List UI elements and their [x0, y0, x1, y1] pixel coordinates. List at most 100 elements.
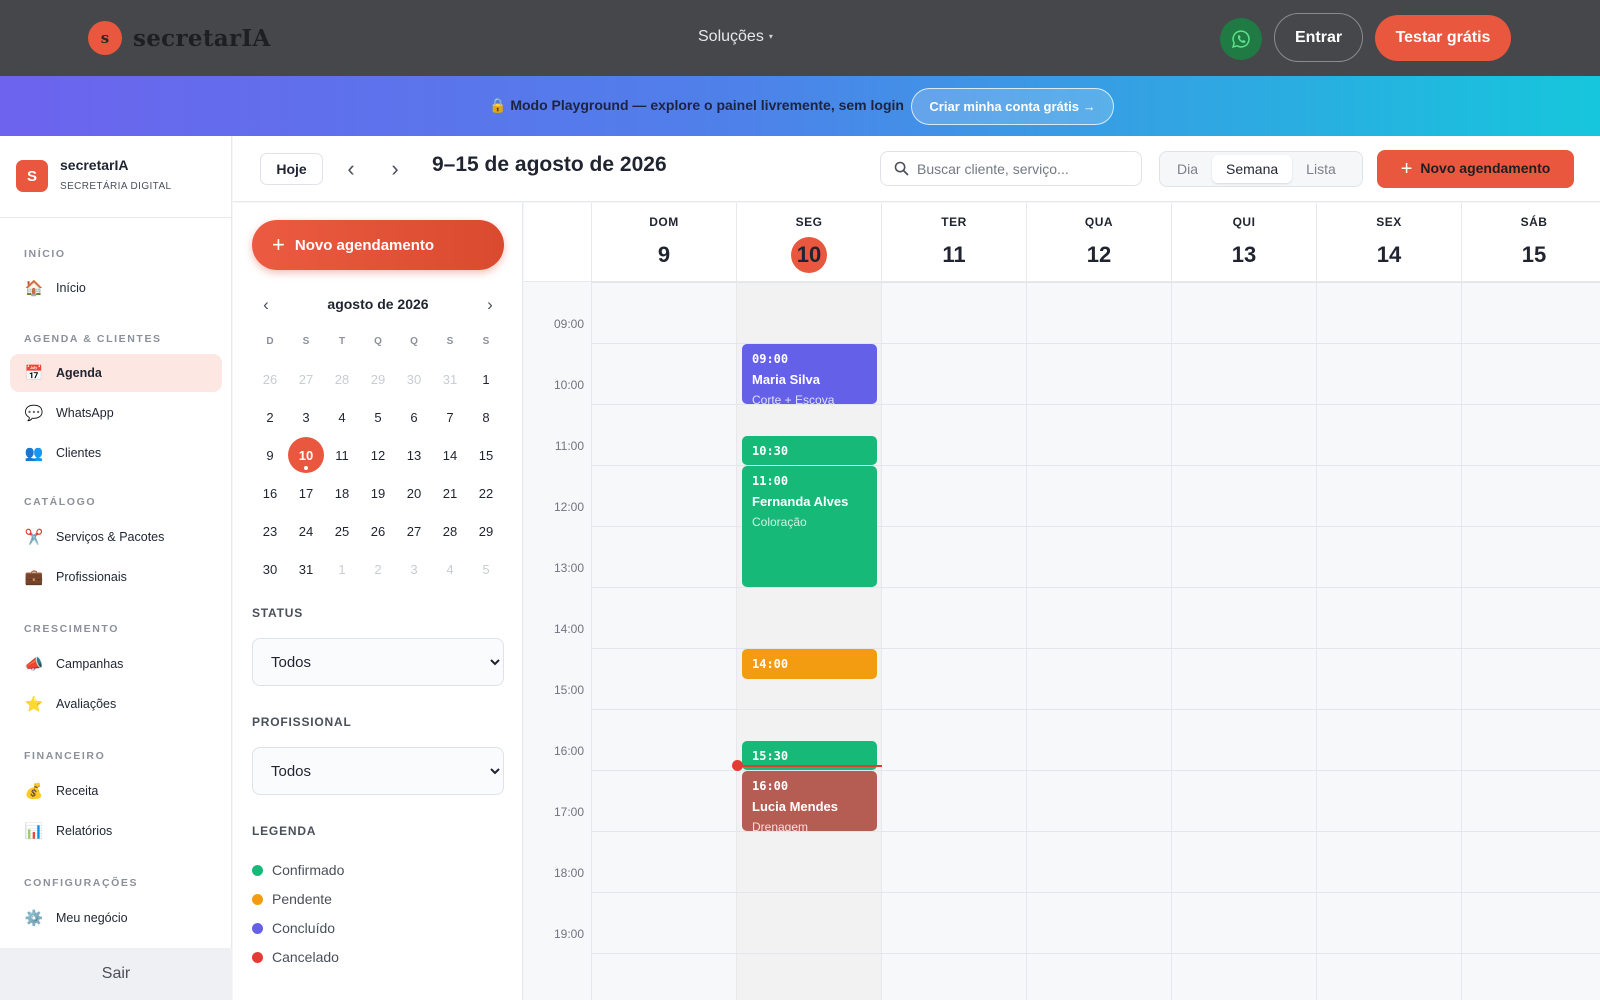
next-week-button[interactable]: › [380, 154, 410, 184]
mini-day[interactable]: 17 [288, 474, 324, 512]
mini-day[interactable]: 13 [396, 436, 432, 474]
mini-day[interactable]: 1 [468, 360, 504, 398]
mini-day[interactable]: 5 [360, 398, 396, 436]
mini-day[interactable]: 29 [468, 512, 504, 550]
day-header-seg[interactable]: SEG 10 [737, 203, 882, 282]
novo-agendamento-side-button[interactable]: + Novo agendamento [252, 220, 504, 270]
mini-day-number: 17 [298, 485, 314, 501]
sidebar-item-avaliacoes[interactable]: ⭐ Avaliações [10, 685, 222, 723]
mini-day[interactable]: 16 [252, 474, 288, 512]
sidebar-item-profissionais[interactable]: 💼 Profissionais [10, 558, 222, 596]
time-label: 09:00 [553, 317, 584, 331]
sidebar-item-inicio[interactable]: 🏠 Início [10, 269, 222, 307]
mini-day[interactable]: 7 [432, 398, 468, 436]
mini-day[interactable]: 25 [324, 512, 360, 550]
mini-day[interactable]: 20 [396, 474, 432, 512]
search-input[interactable] [917, 158, 1132, 180]
nav-solucoes-menu[interactable]: Soluções ▾ [698, 28, 773, 46]
sair-button[interactable]: Sair [0, 948, 232, 1000]
mini-day-number: 5 [374, 409, 382, 425]
testar-gratis-button[interactable]: Testar grátis [1375, 15, 1511, 61]
mini-day[interactable]: 30 [396, 360, 432, 398]
sidebar-item-campanhas[interactable]: 📣 Campanhas [10, 645, 222, 683]
appointment-event[interactable]: 16:00 Lucia Mendes Drenagem [742, 771, 877, 831]
prev-week-button[interactable]: ‹ [336, 154, 366, 184]
mini-day[interactable]: 21 [432, 474, 468, 512]
mini-day[interactable]: 4 [432, 550, 468, 588]
appointment-event[interactable]: 10:30 [742, 435, 877, 465]
appointment-event[interactable]: 09:00 Maria Silva Corte + Escova [742, 344, 877, 404]
scissors-icon: ✂️ [24, 529, 44, 546]
mini-day[interactable]: 31 [432, 360, 468, 398]
mini-calendar-header: ‹ agosto de 2026 › [252, 293, 504, 317]
sidebar-item-agenda[interactable]: 📅 Agenda [10, 354, 222, 392]
mini-day[interactable]: 6 [396, 398, 432, 436]
mini-day[interactable]: 2 [360, 550, 396, 588]
mini-day[interactable]: 28 [324, 360, 360, 398]
mini-day[interactable]: 15 [468, 436, 504, 474]
criar-conta-button[interactable]: Criar minha conta grátis → [911, 88, 1114, 125]
view-tab-dia[interactable]: Dia [1163, 155, 1212, 183]
speech-bubble-icon: 💬 [24, 405, 44, 422]
brand-logo-link[interactable]: s secretarIA [88, 21, 271, 55]
mini-day[interactable]: 4 [324, 398, 360, 436]
calendar-icon: 📅 [24, 365, 44, 382]
mini-day[interactable]: 9 [252, 436, 288, 474]
view-tab-lista[interactable]: Lista [1292, 155, 1350, 183]
day-header-ter[interactable]: TER 11 [882, 203, 1027, 282]
mini-day[interactable]: 27 [288, 360, 324, 398]
mini-day[interactable]: 19 [360, 474, 396, 512]
view-tab-semana[interactable]: Semana [1212, 155, 1293, 183]
hour-gridline [592, 587, 1600, 588]
appointment-event[interactable]: 11:00 Fernanda Alves Coloração [742, 466, 877, 587]
time-label: 15:00 [553, 683, 584, 697]
day-header-qua[interactable]: QUA 12 [1027, 203, 1172, 282]
mini-day[interactable]: 31 [288, 550, 324, 588]
mini-day[interactable]: 26 [252, 360, 288, 398]
sidebar-section-configuracoes: CONFIGURAÇÕES [24, 877, 139, 889]
sidebar-item-relatorios[interactable]: 📊 Relatórios [10, 812, 222, 850]
mini-day[interactable]: 23 [252, 512, 288, 550]
mini-day[interactable]: 1 [324, 550, 360, 588]
mini-day[interactable]: 27 [396, 512, 432, 550]
hoje-button[interactable]: Hoje [260, 153, 323, 185]
mini-day[interactable]: 14 [432, 436, 468, 474]
mini-day[interactable]: 5 [468, 550, 504, 588]
sidebar-section-crescimento: CRESCIMENTO [24, 623, 119, 635]
mini-day[interactable]: 24 [288, 512, 324, 550]
day-header-dom[interactable]: DOM 9 [592, 203, 737, 282]
day-header-sáb[interactable]: SÁB 15 [1462, 203, 1600, 282]
mini-day[interactable]: 26 [360, 512, 396, 550]
mini-day[interactable]: 12 [360, 436, 396, 474]
appointment-time: 16:00 [752, 779, 789, 793]
mini-day[interactable]: 18 [324, 474, 360, 512]
mini-day[interactable]: 30 [252, 550, 288, 588]
sidebar-section-financeiro: FINANCEIRO [24, 750, 106, 762]
sidebar-item-receita[interactable]: 💰 Receita [10, 772, 222, 810]
mini-day[interactable]: 2 [252, 398, 288, 436]
mini-day[interactable]: 28 [432, 512, 468, 550]
mini-day-number: 20 [406, 485, 422, 501]
sidebar-item-clientes[interactable]: 👥 Clientes [10, 434, 222, 472]
novo-agendamento-top-button[interactable]: + Novo agendamento [1377, 150, 1574, 188]
mini-day[interactable]: 22 [468, 474, 504, 512]
mini-day[interactable]: 3 [396, 550, 432, 588]
mini-day[interactable]: 29 [360, 360, 396, 398]
appointment-event[interactable]: 14:00 [742, 649, 877, 679]
mini-day[interactable]: 3 [288, 398, 324, 436]
profissional-filter-select[interactable]: Todos [252, 747, 504, 795]
day-header-qui[interactable]: QUI 13 [1172, 203, 1317, 282]
entrar-button[interactable]: Entrar [1274, 13, 1363, 62]
status-filter-select[interactable]: Todos [252, 638, 504, 686]
day-header-sex[interactable]: SEX 14 [1317, 203, 1462, 282]
sidebar-item-meu-negocio[interactable]: ⚙️ Meu negócio [10, 899, 222, 937]
mini-day[interactable]: 8 [468, 398, 504, 436]
sidebar-item-servicos[interactable]: ✂️ Serviços & Pacotes [10, 518, 222, 556]
whatsapp-button[interactable] [1220, 18, 1262, 60]
mini-next-month-button[interactable]: › [478, 293, 502, 317]
sidebar-item-whatsapp[interactable]: 💬 WhatsApp [10, 394, 222, 432]
mini-day-number: 29 [478, 523, 494, 539]
appointment-client: Lucia Mendes [752, 799, 838, 814]
mini-day-today[interactable]: 10 [288, 436, 324, 474]
mini-day[interactable]: 11 [324, 436, 360, 474]
